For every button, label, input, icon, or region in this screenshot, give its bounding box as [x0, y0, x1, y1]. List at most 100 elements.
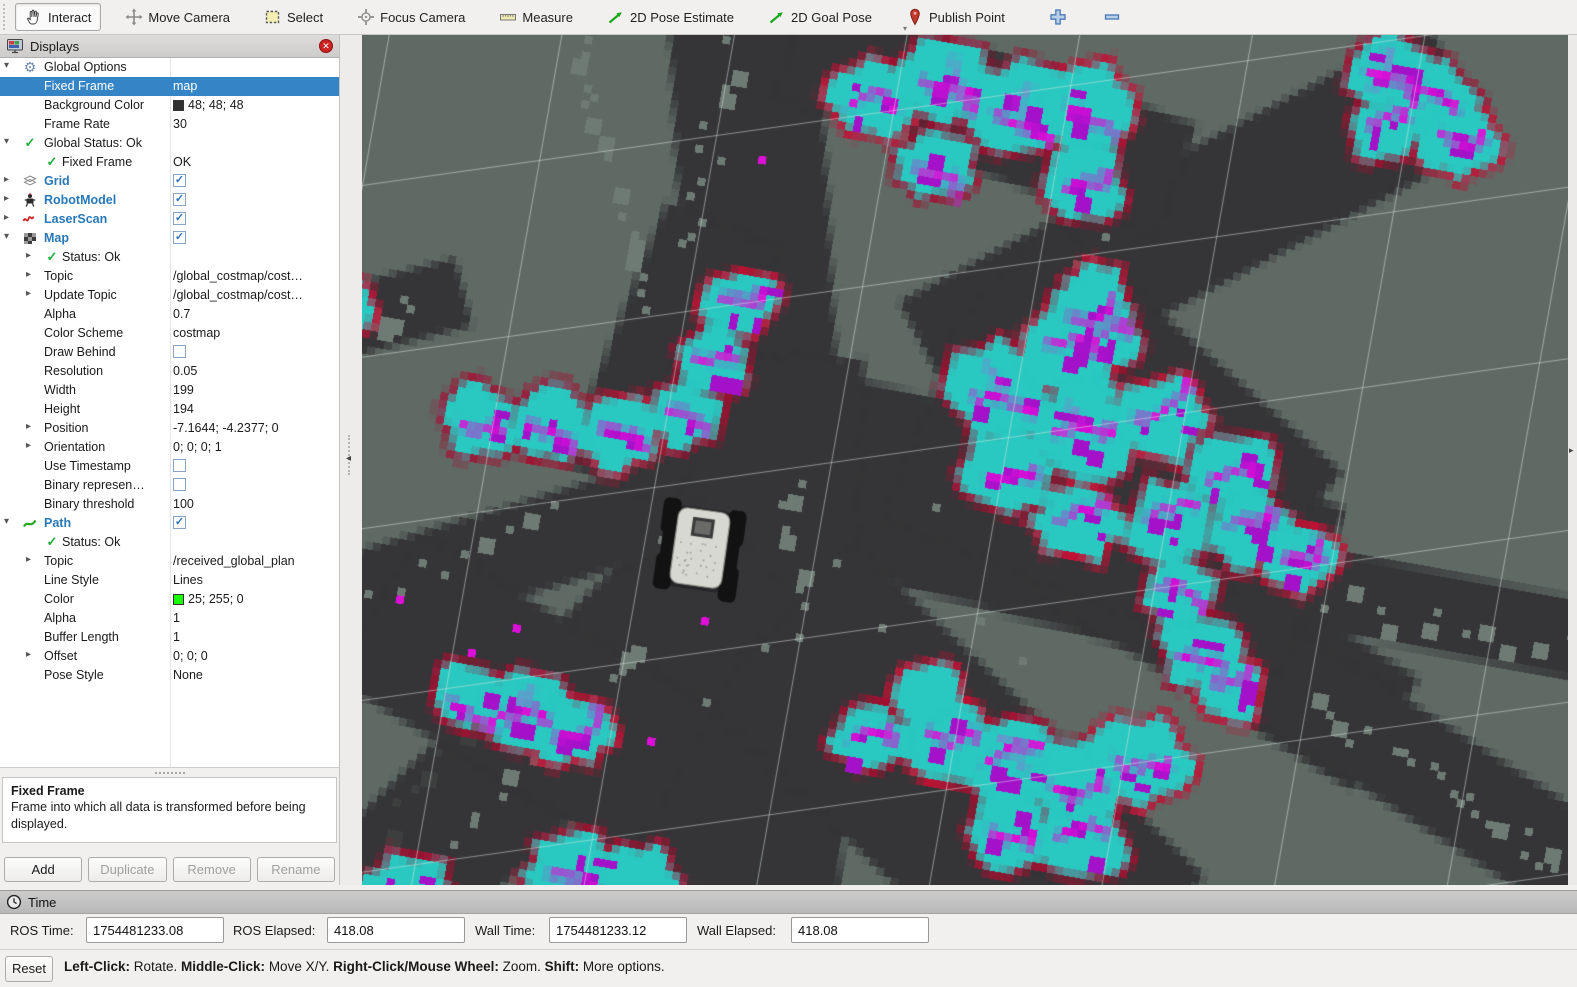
property-value[interactable]: 194: [173, 402, 194, 416]
property-value[interactable]: None: [173, 668, 203, 682]
tool-2d-goal-pose[interactable]: 2D Goal Pose: [758, 3, 882, 31]
tree-row-laserscan[interactable]: ▸LaserScan✓: [0, 210, 339, 229]
checkbox-checked[interactable]: ✓: [173, 174, 186, 187]
property-value[interactable]: /global_costmap/cost…: [173, 269, 303, 283]
property-value[interactable]: /global_costmap/cost…: [173, 288, 303, 302]
tree-row-topic[interactable]: ▸Topic/global_costmap/cost…: [0, 267, 339, 286]
tree-row-path[interactable]: ▾Path✓: [0, 514, 339, 533]
tree-row-line-style[interactable]: Line StyleLines: [0, 571, 339, 590]
tree-row-status-ok[interactable]: ✓Status: Ok: [0, 533, 339, 552]
checkbox-unchecked[interactable]: [173, 459, 186, 472]
property-value[interactable]: ✓: [173, 193, 186, 206]
property-value[interactable]: 100: [173, 497, 194, 511]
tree-row-map[interactable]: ▾Map✓: [0, 229, 339, 248]
collapse-right-icon[interactable]: ▸: [1569, 445, 1574, 456]
tree-row-background-color[interactable]: Background Color48; 48; 48: [0, 96, 339, 115]
tree-row-color-scheme[interactable]: Color Schemecostmap: [0, 324, 339, 343]
tree-row-binary-represen-[interactable]: Binary represen…: [0, 476, 339, 495]
time-field-input-wall-elapsed-[interactable]: [791, 917, 929, 943]
expander-closed-icon[interactable]: ▸: [26, 554, 31, 565]
tree-row-topic[interactable]: ▸Topic/received_global_plan: [0, 552, 339, 571]
time-field-input-ros-time-[interactable]: [86, 917, 224, 943]
property-value[interactable]: 30: [173, 117, 187, 131]
property-value[interactable]: costmap: [173, 326, 220, 340]
expander-closed-icon[interactable]: ▸: [26, 421, 31, 432]
time-panel-header[interactable]: Time: [0, 890, 1577, 914]
property-value[interactable]: 1: [173, 630, 180, 644]
tool-publish-point[interactable]: Publish Point: [896, 3, 1015, 31]
property-value[interactable]: 1: [173, 611, 180, 625]
tool-2d-pose-estimate[interactable]: 2D Pose Estimate: [597, 3, 744, 31]
property-value[interactable]: 48; 48; 48: [173, 98, 244, 112]
add-tool-button[interactable]: [1043, 3, 1073, 31]
property-value[interactable]: ✓: [173, 516, 186, 529]
time-field-input-wall-time-[interactable]: [549, 917, 687, 943]
tool-move-camera[interactable]: Move Camera: [115, 3, 240, 31]
expander-closed-icon[interactable]: ▸: [26, 269, 31, 280]
checkbox-checked[interactable]: ✓: [173, 212, 186, 225]
tree-row-width[interactable]: Width199: [0, 381, 339, 400]
collapse-left-icon[interactable]: ◂: [346, 453, 351, 464]
expander-closed-icon[interactable]: ▸: [4, 174, 9, 185]
tree-row-global-status-ok[interactable]: ▾✓Global Status: Ok: [0, 134, 339, 153]
tool-focus-camera[interactable]: Focus Camera: [347, 3, 475, 31]
close-icon[interactable]: ✕: [319, 39, 333, 53]
toolbar-grip[interactable]: [3, 4, 11, 30]
property-value[interactable]: ✓: [173, 212, 186, 225]
expander-open-icon[interactable]: ▾: [4, 231, 9, 242]
property-value[interactable]: 0; 0; 0: [173, 649, 208, 663]
tree-row-grid[interactable]: ▸Grid✓: [0, 172, 339, 191]
expander-open-icon[interactable]: ▾: [4, 60, 9, 71]
tree-row-draw-behind[interactable]: Draw Behind: [0, 343, 339, 362]
property-value[interactable]: /received_global_plan: [173, 554, 295, 568]
checkbox-checked[interactable]: ✓: [173, 516, 186, 529]
displays-panel-header[interactable]: Displays ✕: [0, 35, 339, 58]
expander-closed-icon[interactable]: ▸: [4, 212, 9, 223]
tree-row-resolution[interactable]: Resolution0.05: [0, 362, 339, 381]
property-value[interactable]: map: [173, 79, 197, 93]
tree-row-fixed-frame[interactable]: ✓Fixed FrameOK: [0, 153, 339, 172]
reset-button[interactable]: Reset: [5, 956, 53, 982]
tree-row-orientation[interactable]: ▸Orientation0; 0; 0; 1: [0, 438, 339, 457]
tree-row-buffer-length[interactable]: Buffer Length1: [0, 628, 339, 647]
property-value[interactable]: [173, 345, 186, 358]
tree-row-offset[interactable]: ▸Offset0; 0; 0: [0, 647, 339, 666]
remove-tool-button[interactable]: [1097, 3, 1127, 31]
expander-open-icon[interactable]: ▾: [4, 516, 9, 527]
expander-closed-icon[interactable]: ▸: [26, 649, 31, 660]
checkbox-checked[interactable]: ✓: [173, 193, 186, 206]
property-value[interactable]: 199: [173, 383, 194, 397]
tool-select[interactable]: Select: [254, 3, 333, 31]
tree-row-height[interactable]: Height194: [0, 400, 339, 419]
viewport-left-splitter[interactable]: ◂: [340, 35, 362, 885]
property-value[interactable]: OK: [173, 155, 191, 169]
property-value[interactable]: ✓: [173, 231, 186, 244]
checkbox-unchecked[interactable]: [173, 478, 186, 491]
property-value[interactable]: ✓: [173, 174, 186, 187]
property-value[interactable]: -7.1644; -4.2377; 0: [173, 421, 279, 435]
tree-row-status-ok[interactable]: ▸✓Status: Ok: [0, 248, 339, 267]
tree-row-fixed-frame[interactable]: Fixed Framemap: [0, 77, 339, 96]
property-value[interactable]: 0; 0; 0; 1: [173, 440, 222, 454]
tree-row-binary-threshold[interactable]: Binary threshold100: [0, 495, 339, 514]
tree-row-global-options[interactable]: ▾⚙Global Options: [0, 58, 339, 77]
panel-splitter-handle[interactable]: [0, 768, 339, 777]
checkbox-checked[interactable]: ✓: [173, 231, 186, 244]
tree-row-update-topic[interactable]: ▸Update Topic/global_costmap/cost…: [0, 286, 339, 305]
tool-interact[interactable]: Interact: [15, 3, 101, 31]
tree-row-alpha[interactable]: Alpha0.7: [0, 305, 339, 324]
property-value[interactable]: [173, 459, 186, 472]
tool-measure[interactable]: Measure: [489, 3, 583, 31]
expander-closed-icon[interactable]: ▸: [26, 250, 31, 261]
property-value[interactable]: 25; 255; 0: [173, 592, 244, 606]
checkbox-unchecked[interactable]: [173, 345, 186, 358]
add-button[interactable]: Add: [4, 857, 82, 882]
tree-row-robotmodel[interactable]: ▸RobotModel✓: [0, 191, 339, 210]
expander-closed-icon[interactable]: ▸: [26, 440, 31, 451]
3d-viewport[interactable]: [362, 35, 1568, 885]
property-value[interactable]: 0.7: [173, 307, 190, 321]
time-field-input-ros-elapsed-[interactable]: [327, 917, 465, 943]
expander-closed-icon[interactable]: ▸: [4, 193, 9, 204]
tree-row-pose-style[interactable]: Pose StyleNone: [0, 666, 339, 685]
tree-row-alpha[interactable]: Alpha1: [0, 609, 339, 628]
